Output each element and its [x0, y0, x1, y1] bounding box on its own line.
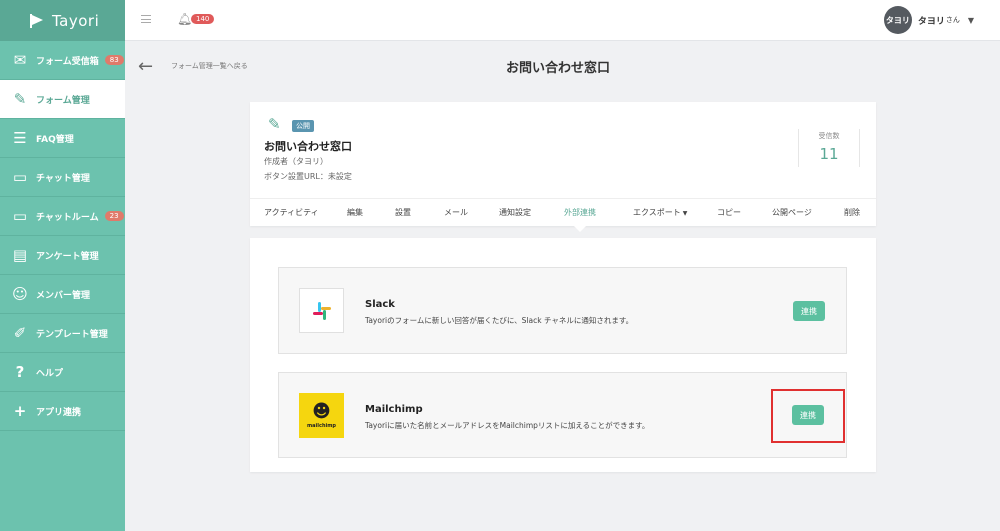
button-url: ボタン設置URL：未設定 [264, 172, 352, 181]
app-name: Tayori [52, 11, 100, 30]
tab-notification[interactable]: 通知設定 [499, 207, 531, 218]
tab-delete[interactable]: 削除 [844, 207, 860, 218]
back-link[interactable]: フォーム管理一覧へ戻る [171, 61, 248, 71]
sidebar-item-label: アプリ連携 [36, 407, 82, 418]
sidebar-item-label: メンバー管理 [36, 290, 91, 301]
tab-bar: アクティビティ 編集 設置 メール 通知設定 外部連携 エクスポート ▼ コピー … [250, 198, 876, 226]
flag-icon [30, 13, 44, 28]
tab-export[interactable]: エクスポート ▼ [633, 207, 687, 218]
tab-install[interactable]: 設置 [395, 207, 411, 218]
sidebar-item-label: アンケート管理 [36, 251, 99, 262]
avatar[interactable]: タヨリ [883, 6, 912, 34]
sidebar-item-survey[interactable]: ▤ アンケート管理 [0, 236, 125, 275]
sidebar-item-form-edit[interactable]: ✎ フォーム管理 [0, 80, 125, 119]
integration-name: Slack [365, 299, 395, 310]
form-edit-icon: ✎ [13, 90, 27, 108]
sidebar-item-label: ヘルプ [36, 368, 64, 379]
inbox-icon: ✉ [13, 51, 27, 69]
tab-edit[interactable]: 編集 [347, 207, 363, 218]
received-label: 受信数 [818, 132, 840, 140]
integration-name: Mailchimp [365, 404, 423, 415]
count-badge: 23 [104, 211, 124, 221]
mailchimp-logo: ☻ mailchimp [299, 393, 344, 438]
menu-icon[interactable] [141, 15, 151, 23]
sidebar-item-label: チャットルーム [36, 212, 99, 223]
sidebar: Tayori ✉ フォーム受信箱 83 ✎ フォーム管理 ☰ FAQ管理 ▭ チャット管理 ▭ チャ… [0, 0, 125, 531]
mailchimp-logo-text: mailchimp [306, 422, 337, 429]
user-name: タヨリ [917, 16, 945, 27]
sidebar-item-chat-room[interactable]: ▭ チャットルーム 23 [0, 197, 125, 236]
top-bar: 🔔︎ 140 タヨリ タヨリ さん ▼ [125, 0, 1000, 41]
tab-public-page[interactable]: 公開ページ [772, 207, 812, 218]
sidebar-item-template[interactable]: ✐ テンプレート管理 [0, 314, 125, 353]
tab-copy[interactable]: コピー [717, 207, 741, 218]
app-integration-icon: + [13, 402, 27, 420]
tab-integration[interactable]: 外部連携 [564, 207, 596, 218]
sidebar-item-inbox[interactable]: ✉ フォーム受信箱 83 [0, 41, 125, 80]
user-suffix: さん [945, 16, 960, 24]
slack-logo [299, 288, 344, 333]
sidebar-item-label: テンプレート管理 [36, 329, 108, 340]
tab-mail[interactable]: メール [444, 207, 468, 218]
sidebar-item-app-integration[interactable]: + アプリ連携 [0, 392, 125, 431]
form-edit-icon: ✎ [268, 115, 281, 133]
sidebar-item-faq[interactable]: ☰ FAQ管理 [0, 119, 125, 158]
survey-icon: ▤ [12, 246, 28, 264]
slack-connect-button[interactable]: 連携 [793, 301, 825, 321]
caret-down-icon: ▼ [682, 210, 688, 217]
highlight-box [771, 389, 845, 443]
caret-down-icon[interactable]: ▼ [968, 16, 974, 25]
page-title: お問い合わせ窓口 [506, 61, 611, 76]
received-count-box: 受信数 11 [798, 129, 860, 167]
sidebar-item-members[interactable]: ☺ メンバー管理 [0, 275, 125, 314]
sidebar-item-chat[interactable]: ▭ チャット管理 [0, 158, 125, 197]
slack-integration-card: Slack Tayoriのフォームに新しい回答が届くたびに、Slack チャネル… [278, 267, 847, 354]
chat-room-icon: ▭ [12, 207, 28, 225]
faq-icon: ☰ [13, 129, 27, 147]
help-icon: ? [15, 363, 25, 381]
app-logo[interactable]: Tayori [0, 0, 125, 41]
tab-export-label: エクスポート [633, 208, 681, 217]
tab-activity[interactable]: アクティビティ [264, 207, 319, 218]
sidebar-item-label: FAQ管理 [36, 134, 74, 145]
form-name: お問い合わせ窓口 [264, 140, 352, 153]
slack-icon [312, 301, 331, 320]
members-icon: ☺ [12, 285, 28, 303]
integration-description: Tayoriに届いた名前とメールアドレスをMailchimpリストに加えることが… [365, 421, 650, 430]
user-menu[interactable]: タヨリ タヨリ さん ▼ [883, 6, 974, 34]
received-count[interactable]: 11 [799, 145, 859, 163]
sidebar-item-label: フォーム受信箱 [36, 56, 99, 67]
count-badge: 83 [104, 55, 124, 65]
mailchimp-integration-card: ☻ mailchimp Mailchimp Tayoriに届いた名前とメールアド… [278, 372, 847, 458]
mailchimp-monkey-icon: ☻ [312, 400, 331, 422]
sidebar-item-label: フォーム管理 [36, 95, 90, 106]
template-icon: ✐ [13, 324, 27, 342]
sidebar-item-help[interactable]: ? ヘルプ [0, 353, 125, 392]
chat-icon: ▭ [12, 168, 28, 186]
sidebar-item-label: チャット管理 [36, 173, 90, 184]
bell-icon[interactable]: 🔔︎ [177, 12, 192, 26]
active-tab-pointer [574, 226, 586, 232]
sidebar-nav: ✉ フォーム受信箱 83 ✎ フォーム管理 ☰ FAQ管理 ▭ チャット管理 ▭ チャットルーム 23… [0, 41, 125, 431]
integration-description: Tayoriのフォームに新しい回答が届くたびに、Slack チャネルに通知されま… [365, 316, 634, 325]
form-author: 作成者（タヨリ） [264, 157, 328, 166]
back-arrow-icon[interactable]: ← [138, 56, 153, 77]
notification-badge[interactable]: 140 [191, 14, 215, 24]
status-badge: 公開 [292, 120, 314, 132]
form-info-card: ✎ 公開 お問い合わせ窓口 作成者（タヨリ） ボタン設置URL：未設定 受信数 … [250, 102, 876, 226]
